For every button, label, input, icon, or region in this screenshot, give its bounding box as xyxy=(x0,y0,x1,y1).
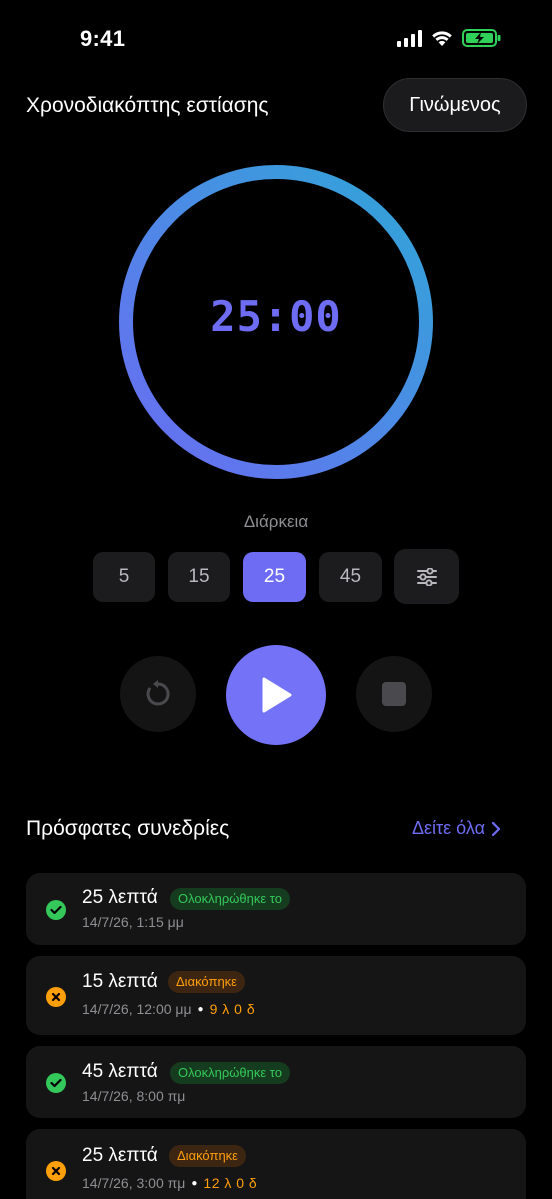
reset-button[interactable] xyxy=(120,656,196,732)
wifi-icon xyxy=(432,31,452,46)
duration-option-45[interactable]: 45 xyxy=(319,552,382,602)
separator-dot: ● xyxy=(197,1003,204,1015)
sliders-icon xyxy=(416,567,437,586)
recent-sessions-title: Πρόσφατες συνεδρίες xyxy=(26,817,230,840)
session-title: 15 λεπτά xyxy=(82,971,158,992)
battery-charging-icon xyxy=(462,29,501,47)
duration-option-15[interactable]: 15 xyxy=(168,552,230,602)
stop-button[interactable] xyxy=(356,656,432,732)
page-title: Χρονοδιακόπτης εστίασης xyxy=(26,94,269,117)
close-icon xyxy=(46,1161,66,1181)
status-badge: Διακόπηκε xyxy=(169,1145,246,1167)
session-title: 25 λεπτά xyxy=(82,887,158,908)
session-timestamp: 14/7/26, 8:00 πμ xyxy=(82,1088,186,1104)
status-badge: Ολοκληρώθηκε το xyxy=(170,888,290,910)
session-title: 25 λεπτά xyxy=(82,1145,158,1166)
check-icon xyxy=(46,1073,66,1093)
session-remaining: 12 λ 0 δ xyxy=(203,1175,258,1191)
custom-duration-button[interactable] xyxy=(394,549,459,604)
separator-dot: ● xyxy=(191,1177,198,1189)
session-card[interactable]: 15 λεπτά Διακόπηκε 14/7/26, 12:00 μμ ● 9… xyxy=(26,956,526,1035)
duration-option-5[interactable]: 5 xyxy=(93,552,155,602)
see-all-link[interactable]: Δείτε όλα xyxy=(412,818,501,839)
session-card[interactable]: 25 λεπτά Ολοκληρώθηκε το 14/7/26, 1:15 μ… xyxy=(26,873,526,945)
session-card[interactable]: 45 λεπτά Ολοκληρώθηκε το 14/7/26, 8:00 π… xyxy=(26,1046,526,1118)
chevron-right-icon xyxy=(491,821,501,836)
session-card[interactable]: 25 λεπτά Διακόπηκε 14/7/26, 3:00 πμ ● 12… xyxy=(26,1129,526,1199)
session-timestamp: 14/7/26, 12:00 μμ xyxy=(82,1001,192,1017)
see-all-label: Δείτε όλα xyxy=(412,818,485,838)
session-timestamp: 14/7/26, 3:00 πμ xyxy=(82,1175,186,1191)
reset-icon xyxy=(146,680,170,706)
duration-option-25[interactable]: 25 xyxy=(243,552,306,602)
play-button[interactable] xyxy=(226,645,326,745)
check-icon xyxy=(46,900,66,920)
stop-icon xyxy=(382,682,406,706)
session-timestamp: 14/7/26, 1:15 μμ xyxy=(82,914,184,930)
duration-label: Διάρκεια xyxy=(243,512,309,531)
status-badge: Ολοκληρώθηκε το xyxy=(170,1062,290,1084)
session-title: 45 λεπτά xyxy=(82,1061,158,1082)
cellular-signal-icon xyxy=(397,29,422,47)
close-icon xyxy=(46,987,66,1007)
done-button[interactable]: Γινώμενος xyxy=(383,78,527,132)
session-remaining: 9 λ 0 δ xyxy=(209,1001,256,1017)
status-time: 9:41 xyxy=(80,26,126,51)
play-icon xyxy=(262,677,292,713)
status-badge: Διακόπηκε xyxy=(168,971,245,993)
timer-display: 25:00 xyxy=(210,292,342,341)
status-icons xyxy=(397,28,502,48)
